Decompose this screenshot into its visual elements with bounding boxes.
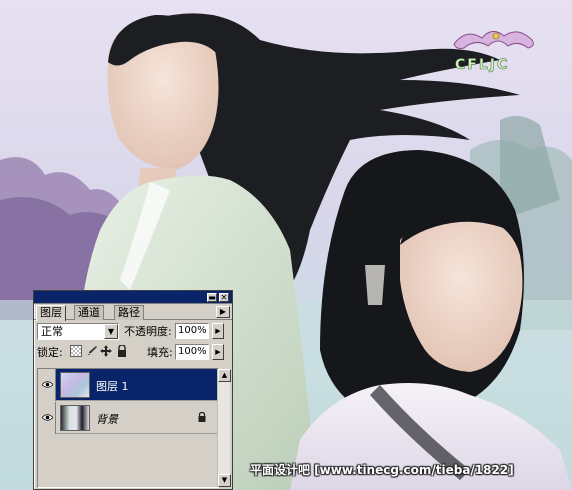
- watermark-text: 平面设计吧 [www.tinecg.com/tieba/1822]: [250, 463, 514, 477]
- lock-fill-row: 锁定: 填充: 100% ▶: [34, 342, 232, 364]
- brush-icon[interactable]: [86, 345, 98, 357]
- layers-scrollbar[interactable]: ▲ ▼: [217, 369, 231, 487]
- lock-transparency-icon[interactable]: [70, 345, 82, 357]
- scroll-down-button[interactable]: ▼: [218, 474, 231, 487]
- opacity-slider-button[interactable]: ▶: [212, 323, 224, 339]
- visibility-toggle[interactable]: [38, 402, 56, 434]
- opacity-label: 不透明度:: [124, 325, 172, 338]
- logo-ornament: [448, 22, 544, 84]
- close-button[interactable]: ✕: [219, 293, 229, 302]
- layer-thumbnail: [60, 405, 90, 431]
- eye-icon: [42, 381, 53, 388]
- scroll-up-button[interactable]: ▲: [218, 369, 231, 382]
- layer-thumbnail: [60, 372, 90, 398]
- logo-text: CFLJC: [455, 57, 510, 74]
- layer-name: 背景: [96, 413, 118, 426]
- fill-label: 填充:: [147, 346, 173, 359]
- move-icon[interactable]: [100, 345, 112, 357]
- chevron-down-icon[interactable]: ▼: [104, 324, 118, 339]
- blend-mode-value: 正常: [41, 325, 63, 338]
- layer-name: 图层 1: [96, 380, 129, 393]
- opacity-input[interactable]: 100%: [175, 323, 209, 339]
- lock-icon: [198, 412, 206, 422]
- layer-row[interactable]: 图层 1: [38, 369, 218, 401]
- blend-opacity-row: 正常 ▼ 不透明度: 100% ▶: [34, 320, 232, 342]
- fill-input[interactable]: 100%: [175, 344, 209, 360]
- tab-layers[interactable]: 图层: [36, 305, 66, 321]
- layers-list: 图层 1 背景: [37, 368, 219, 488]
- blend-mode-select[interactable]: 正常 ▼: [37, 323, 119, 340]
- palette-tabs: 图层 通道 路径 ▶: [34, 304, 232, 321]
- tab-channels[interactable]: 通道: [74, 305, 104, 320]
- palette-menu-button[interactable]: ▶: [216, 306, 230, 318]
- layer-row[interactable]: 背景: [38, 402, 218, 434]
- eye-icon: [42, 414, 53, 421]
- tab-paths[interactable]: 路径: [114, 305, 144, 320]
- lock-label: 锁定:: [37, 346, 63, 359]
- palette-titlebar[interactable]: ▬ ✕: [34, 291, 232, 304]
- layers-palette: ▬ ✕ 图层 通道 路径 ▶ 正常 ▼ 不透明度: 100% ▶ 锁定: 填充:…: [33, 290, 233, 490]
- visibility-toggle[interactable]: [38, 369, 56, 401]
- fill-slider-button[interactable]: ▶: [212, 344, 224, 360]
- minimize-button[interactable]: ▬: [207, 293, 217, 302]
- lock-icon[interactable]: [116, 344, 128, 357]
